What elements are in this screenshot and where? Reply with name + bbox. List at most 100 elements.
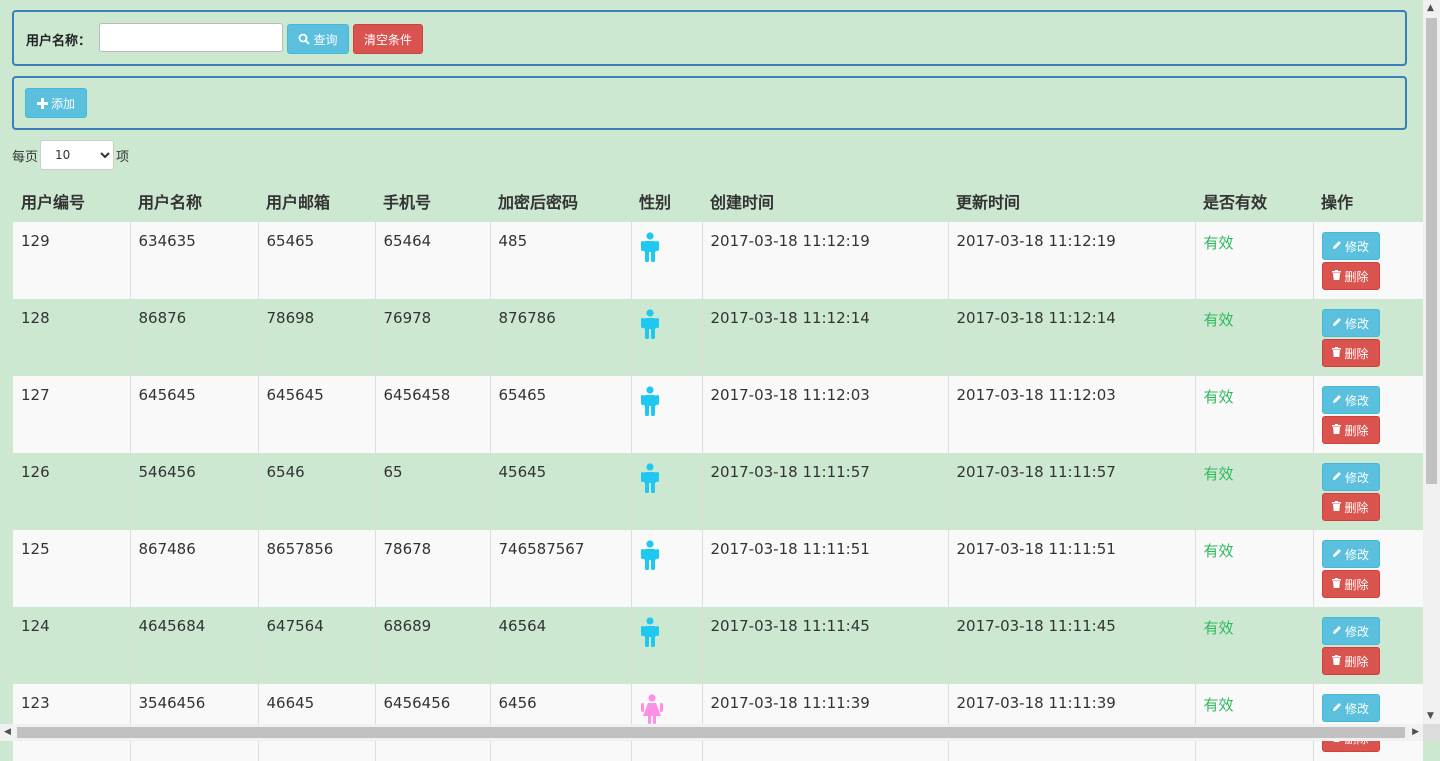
- pencil-icon: [1332, 393, 1342, 407]
- scroll-right-icon[interactable]: ▶: [1412, 727, 1419, 737]
- col-header-actions: 操作: [1321, 193, 1354, 212]
- table-row: 123 3546456 46645 6456456 6456 2017-03-1…: [13, 684, 1423, 761]
- pencil-icon: [1332, 701, 1342, 715]
- trash-icon: [1332, 577, 1342, 591]
- cell-actions: 修改 删除: [1312, 530, 1423, 607]
- cell-name: 546456: [129, 453, 258, 530]
- edit-button-label: 修改: [1344, 701, 1369, 716]
- delete-button[interactable]: 删除: [1321, 647, 1380, 675]
- cell-id: 129: [13, 222, 130, 299]
- cell-created: 2017-03-18 11:11:39: [701, 684, 948, 761]
- edit-button-label: 修改: [1344, 624, 1369, 639]
- vertical-scrollbar[interactable]: ▲ ▼: [1423, 0, 1440, 724]
- cell-updated: 2017-03-18 11:12:14: [947, 299, 1195, 376]
- cell-name: 634635: [129, 222, 258, 299]
- page-size-select[interactable]: 10: [40, 140, 115, 170]
- query-button[interactable]: 查询: [287, 24, 349, 54]
- cell-actions: 修改 删除: [1312, 222, 1423, 299]
- col-header-created[interactable]: 创建时间: [702, 180, 948, 222]
- delete-button-label: 删除: [1344, 269, 1369, 284]
- delete-button-label: 删除: [1344, 500, 1369, 515]
- cell-id: 123: [13, 684, 130, 761]
- delete-button[interactable]: 删除: [1321, 493, 1380, 521]
- cell-email: 6546: [257, 453, 375, 530]
- cell-actions: 修改 删除: [1312, 299, 1423, 376]
- delete-button-label: 删除: [1344, 423, 1369, 438]
- delete-button[interactable]: 删除: [1321, 570, 1380, 598]
- col-header-phone[interactable]: 手机号: [375, 180, 490, 222]
- edit-button[interactable]: 修改: [1321, 232, 1380, 260]
- table-body: 129 634635 65465 65464 485 2017-03-18 11…: [13, 222, 1423, 761]
- scroll-up-icon[interactable]: ▲: [1427, 3, 1434, 13]
- username-input[interactable]: [99, 23, 283, 52]
- pencil-icon: [1332, 316, 1342, 330]
- cell-status: 有效: [1194, 684, 1313, 761]
- search-icon: [298, 33, 311, 45]
- edit-button[interactable]: 修改: [1321, 309, 1380, 337]
- table-row: 128 86876 78698 76978 876786 2017-03-18 …: [13, 299, 1423, 376]
- cell-created: 2017-03-18 11:12:03: [701, 376, 948, 453]
- cell-email: 647564: [257, 607, 375, 684]
- delete-button[interactable]: 删除: [1321, 416, 1380, 444]
- clear-conditions-button[interactable]: 清空条件: [353, 24, 423, 54]
- edit-button[interactable]: 修改: [1321, 694, 1380, 722]
- col-header-password[interactable]: 加密后密码: [490, 180, 631, 222]
- cell-updated: 2017-03-18 11:11:51: [947, 530, 1195, 607]
- cell-name: 867486: [129, 530, 258, 607]
- cell-phone: 68689: [374, 607, 490, 684]
- cell-gender: [630, 299, 702, 376]
- add-button[interactable]: 添加: [25, 88, 87, 118]
- cell-gender: [630, 684, 702, 761]
- edit-button-label: 修改: [1344, 316, 1369, 331]
- table-row: 125 867486 8657856 78678 746587567 2017-…: [13, 530, 1423, 607]
- col-header-updated[interactable]: 更新时间: [948, 180, 1195, 222]
- scroll-down-icon[interactable]: ▼: [1427, 711, 1434, 721]
- cell-id: 124: [13, 607, 130, 684]
- male-icon: [640, 540, 694, 570]
- edit-button[interactable]: 修改: [1321, 386, 1380, 414]
- cell-created: 2017-03-18 11:11:51: [701, 530, 948, 607]
- scroll-left-icon[interactable]: ◀: [4, 727, 11, 737]
- edit-button[interactable]: 修改: [1321, 540, 1380, 568]
- col-header-id[interactable]: 用户编号: [13, 180, 130, 222]
- edit-button-label: 修改: [1344, 547, 1369, 562]
- col-header-gender[interactable]: 性别: [631, 180, 702, 222]
- cell-password: 746587567: [489, 530, 631, 607]
- col-header-name[interactable]: 用户名称: [130, 180, 258, 222]
- cell-status: 有效: [1194, 453, 1313, 530]
- cell-status: 有效: [1194, 607, 1313, 684]
- cell-phone: 6456458: [374, 376, 490, 453]
- trash-icon: [1332, 346, 1342, 360]
- cell-password: 65465: [489, 376, 631, 453]
- cell-id: 126: [13, 453, 130, 530]
- edit-button-label: 修改: [1344, 470, 1369, 485]
- cell-updated: 2017-03-18 11:11:45: [947, 607, 1195, 684]
- cell-email: 8657856: [257, 530, 375, 607]
- col-header-email[interactable]: 用户邮箱: [258, 180, 375, 222]
- cell-created: 2017-03-18 11:12:14: [701, 299, 948, 376]
- male-icon: [640, 386, 694, 416]
- delete-button-label: 删除: [1344, 346, 1369, 361]
- edit-button[interactable]: 修改: [1321, 463, 1380, 491]
- cell-actions: 修改 删除: [1312, 453, 1423, 530]
- delete-button[interactable]: 删除: [1321, 339, 1380, 367]
- cell-name: 3546456: [129, 684, 258, 761]
- pencil-icon: [1332, 547, 1342, 561]
- cell-email: 645645: [257, 376, 375, 453]
- cell-created: 2017-03-18 11:12:19: [701, 222, 948, 299]
- cell-password: 485: [489, 222, 631, 299]
- toolbar-panel: 添加: [12, 76, 1407, 130]
- delete-button[interactable]: 删除: [1321, 262, 1380, 290]
- col-header-status[interactable]: 是否有效: [1195, 180, 1313, 222]
- trash-icon: [1332, 423, 1342, 437]
- male-icon: [640, 617, 694, 647]
- horizontal-scroll-thumb[interactable]: [17, 727, 1405, 738]
- cell-gender: [630, 376, 702, 453]
- vertical-scroll-thumb[interactable]: [1426, 18, 1437, 484]
- cell-password: 876786: [489, 299, 631, 376]
- edit-button[interactable]: 修改: [1321, 617, 1380, 645]
- horizontal-scrollbar[interactable]: ◀ ▶: [0, 724, 1423, 741]
- cell-actions: 修改 删除: [1312, 684, 1423, 761]
- cell-name: 4645684: [129, 607, 258, 684]
- cell-gender: [630, 222, 702, 299]
